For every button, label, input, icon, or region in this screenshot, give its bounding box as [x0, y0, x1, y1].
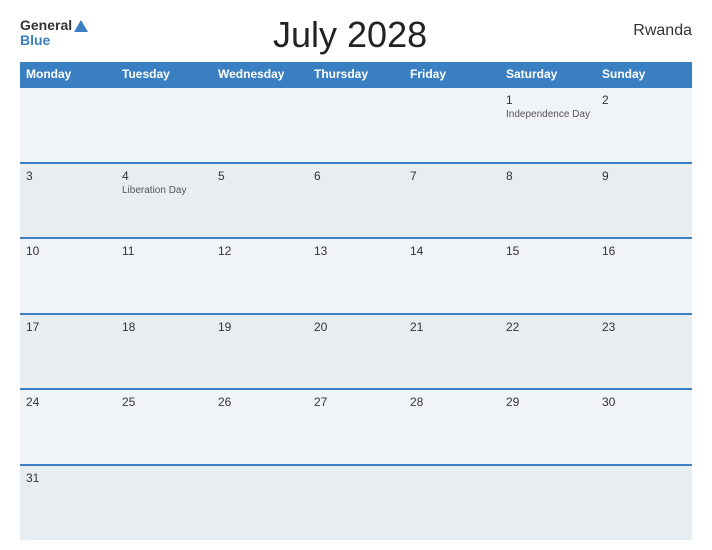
calendar-cell: 28 — [404, 389, 500, 465]
calendar-cell: 7 — [404, 163, 500, 239]
calendar-cell: 1 Independence Day — [500, 87, 596, 163]
title-area: July 2028 — [88, 18, 612, 56]
calendar-cell: 31 — [20, 465, 116, 541]
day-number: 21 — [410, 320, 494, 334]
calendar-cell — [116, 87, 212, 163]
calendar-cell: 23 — [596, 314, 692, 390]
header-sunday: Sunday — [596, 62, 692, 87]
day-number: 10 — [26, 244, 110, 258]
holiday-label: Liberation Day — [122, 185, 206, 196]
country-label: Rwanda — [612, 22, 692, 40]
calendar-cell: 9 — [596, 163, 692, 239]
calendar-cell — [500, 465, 596, 541]
header-friday: Friday — [404, 62, 500, 87]
header-wednesday: Wednesday — [212, 62, 308, 87]
calendar-cell — [212, 465, 308, 541]
header-thursday: Thursday — [308, 62, 404, 87]
calendar-week-row: 34 Liberation Day 56789 — [20, 163, 692, 239]
calendar-cell: 19 — [212, 314, 308, 390]
day-number: 5 — [218, 169, 302, 183]
calendar-cell: 5 — [212, 163, 308, 239]
calendar-cell — [596, 465, 692, 541]
calendar-cell: 22 — [500, 314, 596, 390]
calendar-cell: 29 — [500, 389, 596, 465]
calendar-cell: 8 — [500, 163, 596, 239]
day-number: 6 — [314, 169, 398, 183]
day-number: 22 — [506, 320, 590, 334]
day-number: 2 — [602, 93, 686, 107]
calendar-cell: 26 — [212, 389, 308, 465]
day-number: 16 — [602, 244, 686, 258]
calendar-cell: 15 — [500, 238, 596, 314]
day-number: 8 — [506, 169, 590, 183]
calendar-week-row: 17 18 19 20 21 22 23 — [20, 314, 692, 390]
calendar-cell: 6 — [308, 163, 404, 239]
calendar-cell — [116, 465, 212, 541]
day-number: 23 — [602, 320, 686, 334]
calendar-week-row: 1 Independence Day 2 — [20, 87, 692, 163]
day-number: 26 — [218, 395, 302, 409]
day-number: 4 — [122, 169, 206, 183]
calendar-cell: 30 — [596, 389, 692, 465]
day-number: 14 — [410, 244, 494, 258]
day-number: 31 — [26, 471, 110, 485]
day-number: 28 — [410, 395, 494, 409]
calendar-week-row: 24 25 26 27 28 29 30 — [20, 389, 692, 465]
calendar-cell: 17 — [20, 314, 116, 390]
day-number: 13 — [314, 244, 398, 258]
calendar-cell — [404, 87, 500, 163]
calendar-header: General Blue July 2028 Rwanda — [20, 18, 692, 56]
calendar-week-row: 31 — [20, 465, 692, 541]
logo-triangle-icon — [74, 20, 88, 32]
day-number: 7 — [410, 169, 494, 183]
calendar-cell — [212, 87, 308, 163]
calendar-cell — [308, 465, 404, 541]
calendar-cell — [308, 87, 404, 163]
holiday-label: Independence Day — [506, 109, 590, 120]
calendar-cell: 3 — [20, 163, 116, 239]
weekday-header-row: Monday Tuesday Wednesday Thursday Friday… — [20, 62, 692, 87]
logo-general-text: General — [20, 18, 72, 33]
calendar-cell: 25 — [116, 389, 212, 465]
calendar-page: General Blue July 2028 Rwanda Monday Tue… — [0, 0, 712, 550]
calendar-cell — [404, 465, 500, 541]
header-saturday: Saturday — [500, 62, 596, 87]
day-number: 30 — [602, 395, 686, 409]
calendar-cell: 11 — [116, 238, 212, 314]
day-number: 12 — [218, 244, 302, 258]
day-number: 17 — [26, 320, 110, 334]
calendar-cell: 2 — [596, 87, 692, 163]
calendar-cell: 4 Liberation Day — [116, 163, 212, 239]
day-number: 29 — [506, 395, 590, 409]
calendar-cell: 16 — [596, 238, 692, 314]
day-number: 19 — [218, 320, 302, 334]
day-number: 9 — [602, 169, 686, 183]
calendar-cell — [20, 87, 116, 163]
day-number: 24 — [26, 395, 110, 409]
calendar-cell: 10 — [20, 238, 116, 314]
day-number: 18 — [122, 320, 206, 334]
header-tuesday: Tuesday — [116, 62, 212, 87]
calendar-cell: 27 — [308, 389, 404, 465]
day-number: 3 — [26, 169, 110, 183]
calendar-cell: 24 — [20, 389, 116, 465]
calendar-cell: 21 — [404, 314, 500, 390]
calendar-cell: 12 — [212, 238, 308, 314]
day-number: 20 — [314, 320, 398, 334]
day-number: 27 — [314, 395, 398, 409]
day-number: 25 — [122, 395, 206, 409]
header-monday: Monday — [20, 62, 116, 87]
day-number: 11 — [122, 244, 206, 258]
calendar-cell: 13 — [308, 238, 404, 314]
calendar-week-row: 10 11 12 13 14 15 16 — [20, 238, 692, 314]
calendar-title: July 2028 — [88, 14, 612, 56]
calendar-cell: 18 — [116, 314, 212, 390]
logo-blue-text: Blue — [20, 33, 88, 48]
calendar-cell: 20 — [308, 314, 404, 390]
logo: General Blue — [20, 18, 88, 49]
day-number: 15 — [506, 244, 590, 258]
day-number: 1 — [506, 93, 590, 107]
calendar-table: Monday Tuesday Wednesday Thursday Friday… — [20, 62, 692, 540]
calendar-cell: 14 — [404, 238, 500, 314]
